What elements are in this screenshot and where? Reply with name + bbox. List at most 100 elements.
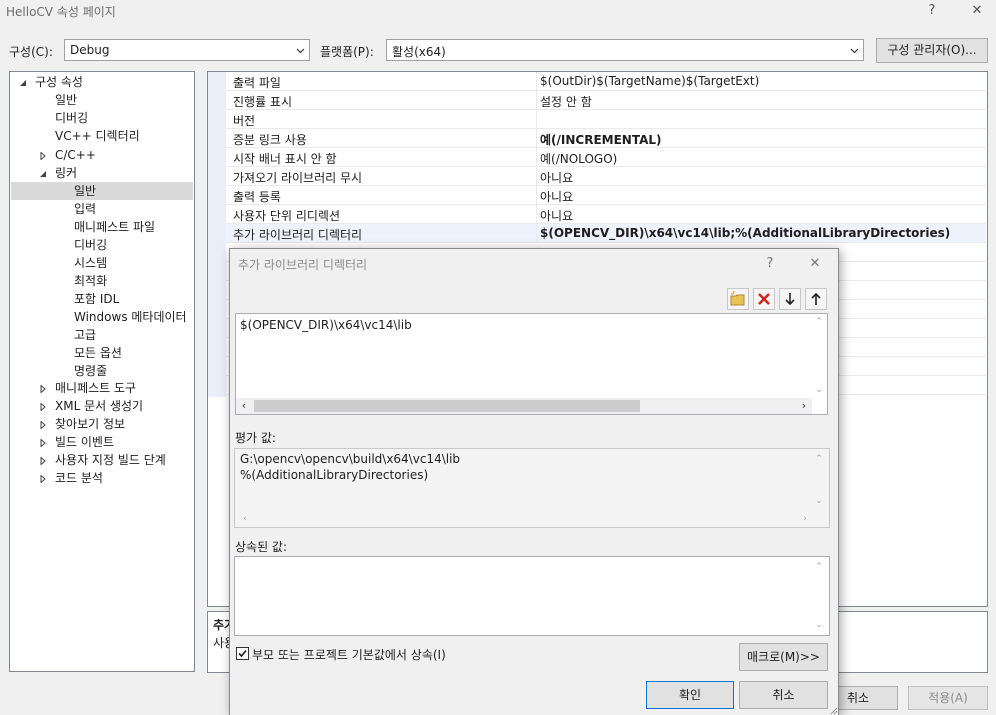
property-row[interactable]: 진행률 표시 설정 안 함 xyxy=(226,91,986,110)
delete-line-button[interactable] xyxy=(753,288,775,310)
tree-item[interactable]: 시스템 xyxy=(74,254,107,272)
scroll-left-icon[interactable]: ‹ xyxy=(236,398,252,414)
tree-item-config-properties[interactable]: 구성 속성 xyxy=(35,73,83,91)
tree-item[interactable]: Windows 메타데이터 xyxy=(74,308,187,326)
tree-item[interactable]: 입력 xyxy=(74,200,96,218)
apply-button[interactable]: 적용(A) xyxy=(908,686,988,710)
new-line-button[interactable] xyxy=(727,288,749,310)
tree-item[interactable]: 최적화 xyxy=(74,272,107,290)
dialog-cancel-button[interactable]: 취소 xyxy=(739,681,828,709)
tree-collapsed-icon[interactable] xyxy=(39,457,47,465)
property-name: 진행률 표시 xyxy=(233,95,293,109)
property-name: 사용자 단위 리디렉션 xyxy=(233,209,340,223)
scroll-up-icon[interactable]: ⌃ xyxy=(811,559,827,575)
directory-line[interactable]: $(OPENCV_DIR)\x64\vc14\lib xyxy=(240,318,412,332)
platform-combobox[interactable]: 활성(x64) xyxy=(386,39,864,61)
scroll-right-icon[interactable]: › xyxy=(797,511,813,527)
resize-grip-icon[interactable] xyxy=(828,705,838,715)
tree-item[interactable]: 사용자 지정 빌드 단계 xyxy=(55,451,166,469)
macro-button[interactable]: 매크로(M)>> xyxy=(739,643,828,671)
tree-item[interactable]: XML 문서 생성기 xyxy=(55,397,143,415)
config-label: 구성(C): xyxy=(9,45,53,59)
scroll-up-icon[interactable]: ⌃ xyxy=(811,314,827,330)
tree-collapsed-icon[interactable] xyxy=(39,403,47,411)
scroll-up-icon[interactable]: ⌃ xyxy=(811,451,827,467)
window-close-button[interactable]: ✕ xyxy=(957,0,996,22)
dialog-help-button[interactable]: ? xyxy=(755,253,785,275)
property-row[interactable]: 출력 파일 $(OutDir)$(TargetName)$(TargetExt) xyxy=(226,72,986,91)
move-down-button[interactable] xyxy=(779,288,801,310)
property-row[interactable]: 버전 xyxy=(226,110,986,129)
config-manager-button[interactable]: 구성 관리자(O)... xyxy=(876,38,988,63)
tree-item[interactable]: C/C++ xyxy=(55,146,96,164)
evaluated-value-box: G:\opencv\opencv\build\x64\vc14\lib %(Ad… xyxy=(234,448,830,528)
property-tree[interactable]: 구성 속성 일반 디버깅 VC++ 디렉터리 C/C++ 링커 일반 입력 매니… xyxy=(9,71,195,672)
evaluated-line: G:\opencv\opencv\build\x64\vc14\lib xyxy=(240,452,461,466)
scroll-down-icon[interactable]: ⌄ xyxy=(811,382,827,398)
tree-item[interactable]: 매니페스트 파일 xyxy=(74,218,155,236)
tree-collapsed-icon[interactable] xyxy=(39,152,47,160)
tree-item[interactable]: 고급 xyxy=(74,326,96,344)
new-folder-icon xyxy=(730,291,745,306)
tree-expanded-icon[interactable] xyxy=(19,79,27,87)
tree-item[interactable]: 일반 xyxy=(55,91,77,109)
property-value: 아니요 xyxy=(540,190,574,204)
tree-item[interactable]: 모든 옵션 xyxy=(74,344,122,362)
tree-item[interactable]: 디버깅 xyxy=(55,109,88,127)
config-combobox[interactable]: Debug xyxy=(64,39,310,61)
tree-expanded-icon[interactable] xyxy=(39,170,47,178)
tree-collapsed-icon[interactable] xyxy=(39,421,47,429)
ok-button[interactable]: 확인 xyxy=(646,681,734,709)
tree-item[interactable]: 명령줄 xyxy=(74,362,107,380)
tree-collapsed-icon[interactable] xyxy=(39,385,47,393)
tree-item-linker[interactable]: 링커 xyxy=(55,164,77,182)
tree-collapsed-icon[interactable] xyxy=(39,439,47,447)
dialog-close-button[interactable]: ✕ xyxy=(800,253,830,275)
tree-collapsed-icon[interactable] xyxy=(39,475,47,483)
inherited-value-box: ⌃ ⌄ xyxy=(234,556,830,636)
vertical-scrollbar[interactable]: ⌃ ⌄ xyxy=(811,314,827,398)
help-button[interactable]: ? xyxy=(912,0,952,22)
chevron-down-icon xyxy=(296,48,305,54)
platform-value: 활성(x64) xyxy=(392,45,446,59)
scroll-down-icon[interactable]: ⌄ xyxy=(811,493,827,509)
property-row[interactable]: 출력 등록 아니요 xyxy=(226,186,986,205)
horizontal-scrollbar[interactable]: ‹ › xyxy=(236,398,812,414)
move-up-icon xyxy=(811,292,821,305)
property-row[interactable]: 가져오기 라이브러리 무시 아니요 xyxy=(226,167,986,186)
property-row[interactable]: 사용자 단위 리디렉션 아니요 xyxy=(226,205,986,224)
platform-label: 플랫폼(P): xyxy=(320,45,374,59)
tree-item[interactable]: 코드 분석 xyxy=(55,469,103,487)
property-value: $(OPENCV_DIR)\x64\vc14\lib;%(AdditionalL… xyxy=(540,226,951,240)
tree-item[interactable]: 찾아보기 정보 xyxy=(55,415,125,433)
property-value: 예(/INCREMENTAL) xyxy=(540,133,662,147)
scroll-left-icon[interactable]: ‹ xyxy=(237,511,253,527)
inherit-checkbox-label[interactable]: 부모 또는 프로젝트 기본값에서 상속(I) xyxy=(252,646,446,663)
tree-item-linker-general[interactable]: 일반 xyxy=(74,182,96,200)
property-name: 출력 등록 xyxy=(233,190,281,204)
inherited-value-label: 상속된 값: xyxy=(235,540,288,554)
property-row[interactable]: 증분 링크 사용 예(/INCREMENTAL) xyxy=(226,129,986,148)
scroll-right-icon[interactable]: › xyxy=(796,398,812,414)
tree-item[interactable]: 포함 IDL xyxy=(74,290,119,308)
delete-icon xyxy=(758,293,770,305)
move-up-button[interactable] xyxy=(805,288,827,310)
property-row[interactable]: 시작 배너 표시 안 함 예(/NOLOGO) xyxy=(226,148,986,167)
scroll-down-icon[interactable]: ⌄ xyxy=(811,617,827,633)
inherit-checkbox[interactable] xyxy=(236,647,249,660)
directory-edit-list[interactable]: $(OPENCV_DIR)\x64\vc14\lib ⌃ ⌄ ‹ › xyxy=(235,313,828,415)
config-value: Debug xyxy=(70,43,110,57)
property-value: 아니요 xyxy=(540,209,574,223)
property-value: 설정 안 함 xyxy=(540,95,592,109)
property-row-selected[interactable]: 추가 라이브러리 디렉터리 $(OPENCV_DIR)\x64\vc14\lib;… xyxy=(226,224,986,243)
move-down-icon xyxy=(785,293,795,306)
tree-item[interactable]: 디버깅 xyxy=(74,236,107,254)
window-title: HelloCV 속성 페이지 xyxy=(6,5,116,19)
tree-item[interactable]: 매니페스트 도구 xyxy=(55,379,136,397)
scroll-thumb[interactable] xyxy=(254,400,640,412)
property-name: 가져오기 라이브러리 무시 xyxy=(233,171,363,185)
tree-item[interactable]: VC++ 디렉터리 xyxy=(55,127,140,145)
chevron-down-icon xyxy=(850,48,859,54)
tree-item[interactable]: 빌드 이벤트 xyxy=(55,433,114,451)
property-name: 출력 파일 xyxy=(233,76,281,90)
